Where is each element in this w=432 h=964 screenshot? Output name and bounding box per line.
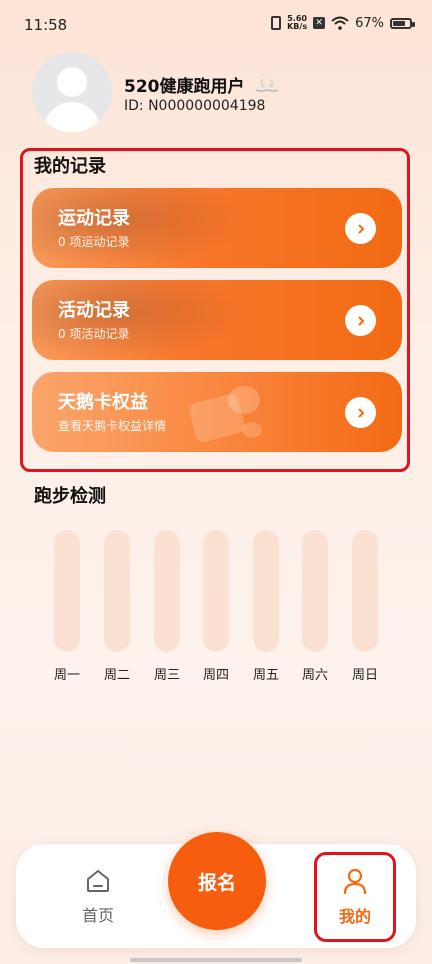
nav-mine[interactable]: 我的	[314, 852, 396, 942]
day-label: 周五	[252, 668, 279, 683]
username: 520健康跑用户	[124, 72, 281, 97]
card-subtitle: 0 项运动记录	[58, 235, 130, 249]
card-title: 运动记录	[58, 208, 130, 229]
swan-card-benefits-card[interactable]: 天鹅卡权益 查看天鹅卡权益详情	[32, 372, 402, 452]
avatar[interactable]	[32, 52, 112, 132]
notification-x-icon: ✕	[313, 17, 326, 29]
battery-icon	[390, 17, 415, 29]
day-label: 周三	[153, 668, 180, 683]
battery-percent: 67%	[355, 15, 384, 31]
day-bar	[54, 530, 80, 652]
nav-mine-label: 我的	[338, 907, 371, 926]
net-speed: 5.60 KB/s	[287, 15, 307, 31]
day-label: 周日	[351, 668, 378, 683]
run-check-bars: 周一 周二 周三 周四 周五 周六 周日	[0, 530, 432, 683]
home-indicator[interactable]	[130, 958, 302, 962]
day-label: 周四	[202, 668, 229, 683]
card-title: 天鹅卡权益	[58, 392, 148, 413]
card-title: 活动记录	[58, 300, 130, 321]
day-bar	[302, 530, 328, 652]
day-bar	[203, 530, 229, 652]
chevron-right-icon[interactable]	[345, 213, 376, 244]
run-check-title: 跑步检测	[34, 486, 106, 507]
swan-badge-icon	[255, 78, 278, 92]
chevron-right-icon[interactable]	[345, 305, 376, 336]
nav-home-label: 首页	[81, 906, 114, 925]
day-label: 周一	[53, 668, 80, 683]
signup-button[interactable]: 报名	[168, 832, 266, 930]
day-label: 周六	[301, 668, 328, 683]
user-icon	[343, 868, 367, 895]
activity-record-card[interactable]: 活动记录 0 项活动记录	[32, 280, 402, 360]
net-speed-unit: KB/s	[287, 22, 308, 31]
username-text: 520健康跑用户	[124, 77, 245, 97]
status-bar: 11:58 5.60 KB/s ✕ 67%	[0, 0, 432, 50]
status-icons: 5.60 KB/s ✕ 67%	[271, 15, 415, 31]
wifi-icon	[331, 16, 349, 30]
home-icon	[87, 870, 109, 892]
records-title: 我的记录	[34, 156, 106, 177]
chevron-right-icon[interactable]	[345, 397, 376, 428]
nav-home[interactable]: 首页	[68, 868, 128, 926]
card-subtitle: 查看天鹅卡权益详情	[58, 419, 167, 433]
card-subtitle: 0 项活动记录	[58, 327, 130, 341]
day-bar	[253, 530, 279, 652]
status-time: 11:58	[24, 16, 68, 34]
battery-fill	[393, 20, 406, 26]
day-bar	[154, 530, 180, 652]
vip-card-illustration	[189, 386, 262, 442]
day-bar	[104, 530, 130, 652]
sport-record-card[interactable]: 运动记录 0 项运动记录	[32, 188, 402, 268]
vibrate-icon	[271, 16, 282, 30]
day-bar	[352, 530, 378, 652]
day-label: 周二	[103, 668, 130, 683]
user-id: ID: N000000004198	[124, 98, 266, 114]
